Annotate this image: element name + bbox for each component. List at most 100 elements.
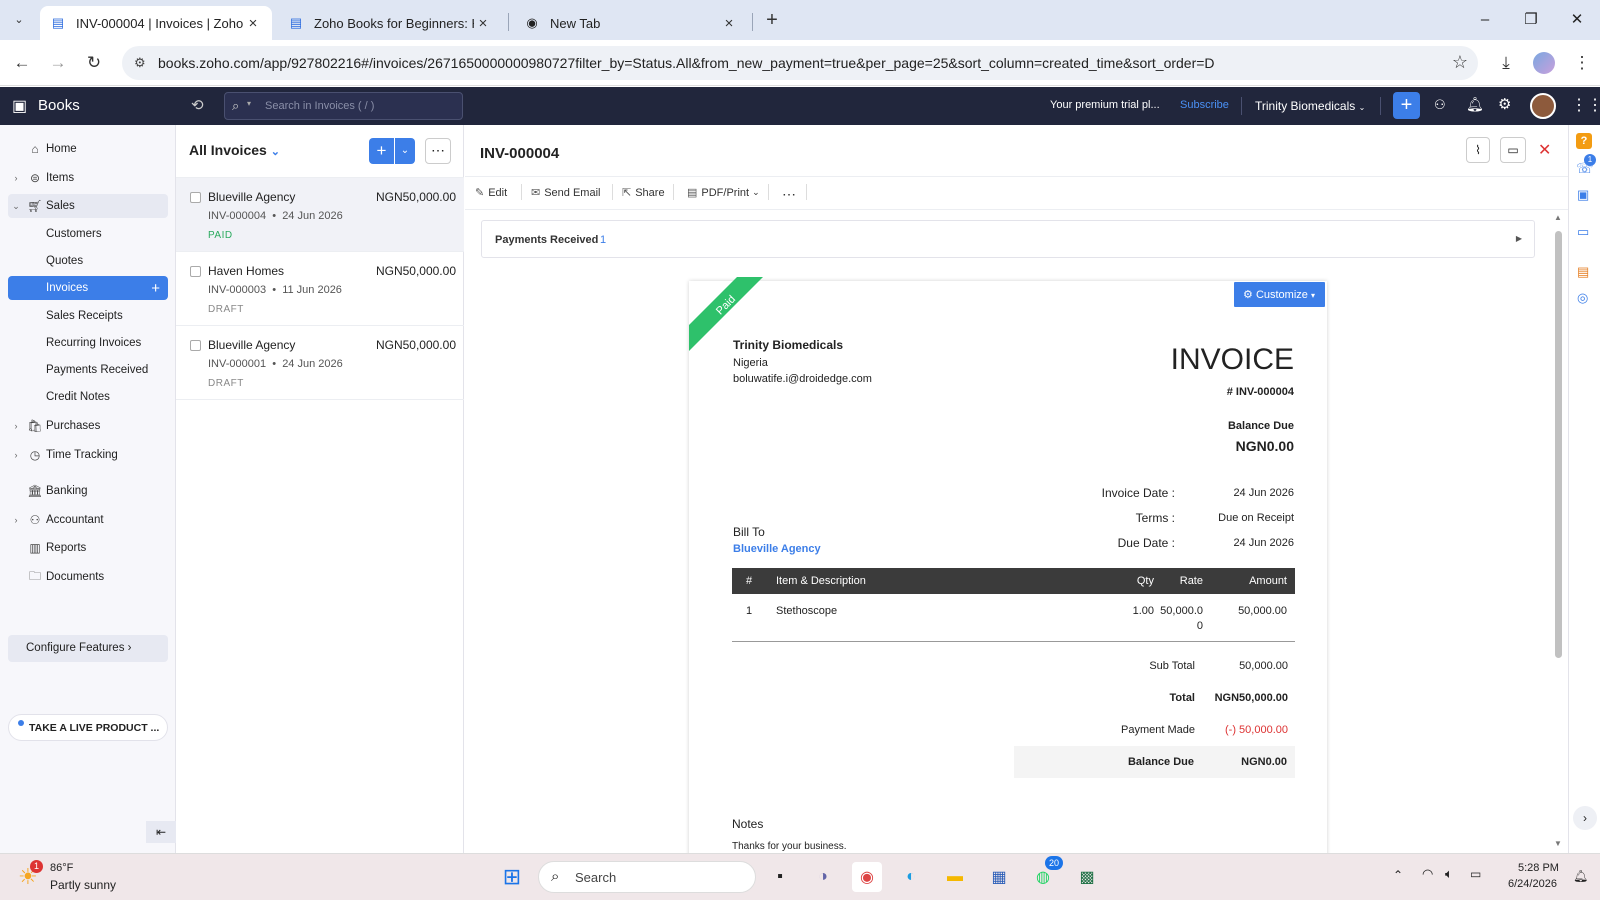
- clock-time[interactable]: 5:28 PM: [1518, 862, 1559, 874]
- clock-date[interactable]: 6/24/2026: [1508, 878, 1557, 890]
- send-email-button[interactable]: ✉ Send Email: [531, 186, 600, 200]
- share-button[interactable]: ⇱ Share: [622, 186, 665, 200]
- tab-search-button[interactable]: ⌄: [8, 9, 30, 31]
- list-filter-dropdown[interactable]: All Invoices ⌄: [189, 142, 280, 158]
- tab-new-tab[interactable]: ◉ New Tab ×: [514, 6, 748, 40]
- org-switcher[interactable]: Trinity Biomedicals ⌄: [1255, 99, 1365, 113]
- user-avatar[interactable]: [1530, 93, 1556, 119]
- tray-chevron-up-icon[interactable]: ⌃: [1393, 868, 1403, 882]
- news-icon[interactable]: ▤: [1577, 264, 1589, 280]
- bill-to-customer-link[interactable]: Blueville Agency: [733, 543, 821, 555]
- row-checkbox[interactable]: [190, 340, 201, 351]
- sidebar-item-quotes[interactable]: Quotes: [8, 249, 168, 273]
- invoice-list-row[interactable]: Haven Homes NGN50,000.00 INV-000003 • 11…: [176, 252, 464, 326]
- windows-start-icon[interactable]: ⊞: [497, 862, 527, 892]
- task-view-icon[interactable]: ▪: [765, 862, 795, 892]
- sidebar-item-items[interactable]: › ⊜ Items: [8, 166, 168, 190]
- excel-icon[interactable]: ▩: [1072, 862, 1102, 892]
- sidebar-item-payments-received[interactable]: Payments Received: [8, 358, 168, 382]
- support-lifebuoy-icon[interactable]: ◎: [1577, 290, 1588, 306]
- new-invoice-button[interactable]: +: [369, 138, 394, 164]
- sidebar-item-time-tracking[interactable]: › ◷ Time Tracking: [8, 443, 168, 467]
- sidebar-item-recurring-invoices[interactable]: Recurring Invoices: [8, 331, 168, 355]
- sidebar-item-customers[interactable]: Customers: [8, 222, 168, 246]
- tab-invoice[interactable]: ▤ INV-000004 | Invoices | Zoho Bo ×: [40, 6, 272, 40]
- invoice-list-row[interactable]: Blueville Agency NGN50,000.00 INV-000001…: [176, 326, 464, 400]
- microsoft-store-icon[interactable]: ▦: [984, 862, 1014, 892]
- sidebar-item-purchases[interactable]: › 🛍︎ Purchases: [8, 414, 168, 438]
- subscribe-link[interactable]: Subscribe: [1180, 99, 1229, 111]
- battery-icon[interactable]: ▭: [1470, 867, 1481, 881]
- close-icon[interactable]: ×: [244, 15, 262, 32]
- comments-button[interactable]: ▭: [1500, 137, 1526, 163]
- edge-icon[interactable]: ◐: [896, 862, 926, 892]
- close-icon[interactable]: ×: [474, 15, 492, 32]
- app-name[interactable]: Books: [38, 97, 80, 114]
- download-icon[interactable]: ⤓: [1494, 51, 1518, 75]
- new-invoice-dropdown-button[interactable]: ⌄: [395, 138, 415, 164]
- apps-grid-icon[interactable]: ⋮⋮: [1571, 95, 1600, 115]
- weather-widget[interactable]: ☀ 1 86°F Partly sunny: [18, 860, 138, 896]
- address-bar[interactable]: ⚙ books.zoho.com/app/927802216#/invoices…: [122, 46, 1478, 80]
- rail-expand-chevron-icon[interactable]: ›: [1573, 806, 1597, 830]
- whatsapp-icon[interactable]: ◍ 20: [1028, 856, 1063, 892]
- row-checkbox[interactable]: [190, 192, 201, 203]
- bookmark-star-icon[interactable]: ☆: [1452, 52, 1468, 73]
- window-close-icon[interactable]: ✕: [1562, 8, 1592, 32]
- wifi-icon[interactable]: ◠: [1422, 866, 1433, 882]
- video-tutorial-icon[interactable]: ▣: [1577, 187, 1589, 203]
- edit-button[interactable]: ✎ Edit: [475, 186, 507, 200]
- sidebar-item-home[interactable]: ⌂ Home: [8, 137, 168, 161]
- minimize-icon[interactable]: –: [1470, 8, 1500, 32]
- scroll-down-arrow-icon[interactable]: ▼: [1554, 839, 1562, 848]
- sidebar-item-credit-notes[interactable]: Credit Notes: [8, 385, 168, 409]
- restore-icon[interactable]: ❐: [1516, 8, 1546, 32]
- profile-avatar[interactable]: [1533, 52, 1555, 74]
- refer-users-icon[interactable]: ⚇: [1434, 97, 1446, 113]
- notification-center-bell-icon[interactable]: 🔔︎: [1573, 869, 1588, 883]
- more-actions-button[interactable]: ⋯: [782, 186, 796, 203]
- forward-arrow-icon[interactable]: →: [46, 51, 70, 75]
- chrome-menu-icon[interactable]: ⋮: [1570, 51, 1594, 75]
- payments-received-section[interactable]: Payments Received 1 ▶: [481, 220, 1535, 258]
- sidebar-item-documents[interactable]: 🗀 Documents: [8, 565, 168, 589]
- search-scope-chevron-icon[interactable]: ▾: [247, 99, 251, 108]
- add-invoice-plus-icon[interactable]: +: [151, 280, 160, 297]
- announcements-icon[interactable]: ☏ 1: [1576, 154, 1596, 177]
- row-checkbox[interactable]: [190, 266, 201, 277]
- site-info-icon[interactable]: ⚙: [134, 55, 146, 71]
- file-explorer-icon[interactable]: ▬: [940, 862, 970, 892]
- live-demo-button[interactable]: TAKE A LIVE PRODUCT ...: [8, 714, 168, 741]
- scrollbar-thumb[interactable]: [1555, 231, 1562, 658]
- scroll-up-arrow-icon[interactable]: ▲: [1554, 213, 1562, 222]
- notifications-bell-icon[interactable]: 🔔︎: [1466, 96, 1484, 113]
- reload-icon[interactable]: ↻: [82, 51, 106, 75]
- pdf-print-button[interactable]: ▤ PDF/Print ⌄: [687, 186, 760, 200]
- collapse-sidebar-icon[interactable]: ⇤: [146, 821, 176, 843]
- sidebar-item-accountant[interactable]: › ⚇ Accountant: [8, 508, 168, 532]
- invoice-list-row[interactable]: Blueville Agency NGN50,000.00 INV-000004…: [176, 178, 464, 252]
- quick-create-button[interactable]: +: [1393, 92, 1420, 119]
- sidebar-item-reports[interactable]: ▥ Reports: [8, 536, 168, 560]
- help-icon[interactable]: ?: [1576, 133, 1592, 149]
- sidebar-item-sales-receipts[interactable]: Sales Receipts: [8, 304, 168, 328]
- close-icon[interactable]: ×: [720, 15, 738, 32]
- sidebar-item-invoices[interactable]: Invoices +: [8, 276, 168, 300]
- sidebar-item-sales[interactable]: ⌄ 🛒︎ Sales: [8, 194, 168, 218]
- configure-features-button[interactable]: Configure Features ›: [8, 635, 168, 662]
- new-tab-plus-icon[interactable]: +: [760, 9, 784, 31]
- chat-support-icon[interactable]: ▭: [1577, 224, 1589, 240]
- taskbar-search-box[interactable]: ⌕ Search: [538, 861, 756, 893]
- sidebar-item-banking[interactable]: 🏛︎ Banking: [8, 479, 168, 503]
- tab-zoho-beginners[interactable]: ▤ Zoho Books for Beginners: How ×: [278, 6, 502, 40]
- teams-meet-icon[interactable]: ◑: [808, 862, 838, 892]
- search-box[interactable]: ⌕ ▾ Search in Invoices ( / ): [224, 92, 463, 120]
- volume-icon[interactable]: 🔈︎: [1445, 866, 1453, 882]
- back-arrow-icon[interactable]: ←: [10, 51, 34, 75]
- settings-gear-icon[interactable]: ⚙: [1498, 95, 1511, 113]
- list-more-options-button[interactable]: ⋯: [425, 138, 451, 164]
- scrollbar-track[interactable]: ▲ ▼: [1553, 213, 1563, 853]
- close-icon[interactable]: ✕: [1538, 140, 1551, 160]
- recent-history-icon[interactable]: ⟲: [191, 96, 204, 114]
- customize-button[interactable]: ⚙ Customize ▾: [1234, 282, 1325, 307]
